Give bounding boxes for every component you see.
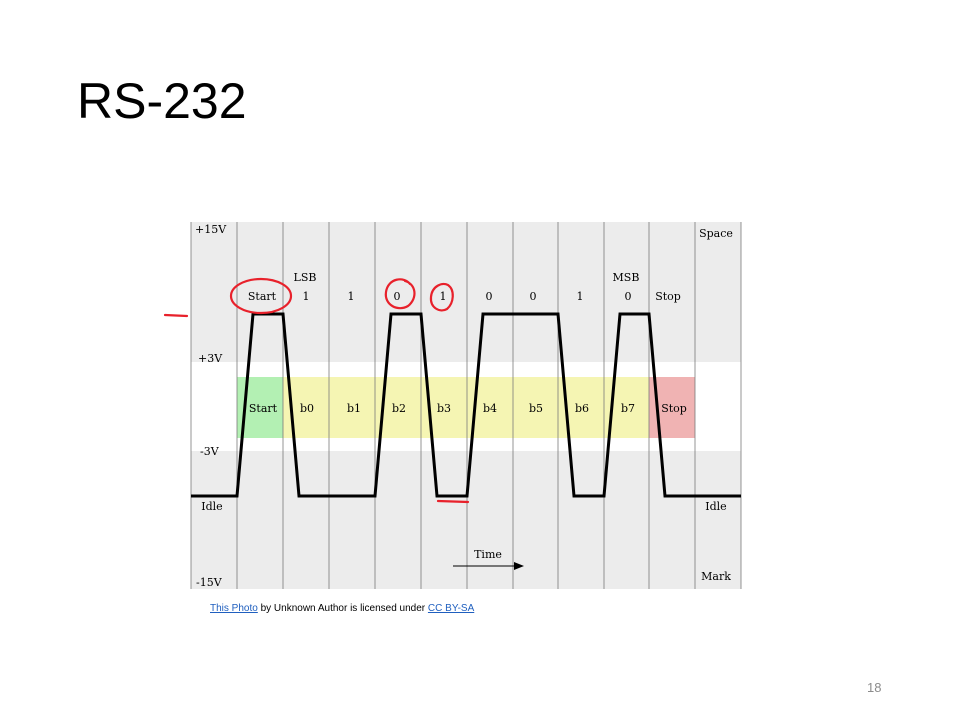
mark-label: Mark bbox=[701, 570, 731, 583]
bit-value: 0 bbox=[530, 290, 537, 303]
lower-band bbox=[191, 451, 741, 589]
bit-value: Stop bbox=[655, 290, 681, 303]
band-label: Stop bbox=[661, 402, 687, 415]
voltage-label-minus15: -15V bbox=[196, 576, 223, 589]
bit-value: Start bbox=[248, 290, 277, 303]
low-level-mark-annotation bbox=[436, 499, 470, 504]
time-label: Time bbox=[474, 548, 502, 561]
slide-number: 18 bbox=[867, 680, 882, 695]
bit-value: 0 bbox=[625, 290, 632, 303]
idle-label-right: Idle bbox=[705, 500, 726, 513]
band-label: b7 bbox=[621, 402, 635, 415]
band-label: b1 bbox=[347, 402, 361, 415]
attribution-text: by Unknown Author is licensed under bbox=[257, 603, 428, 614]
idle-label-left: Idle bbox=[201, 500, 222, 513]
voltage-label-plus3: +3V bbox=[198, 352, 223, 365]
band-label: Start bbox=[249, 402, 278, 415]
license-link[interactable]: CC BY-SA bbox=[428, 603, 474, 614]
bit-value: 1 bbox=[348, 290, 355, 303]
band-label: b6 bbox=[575, 402, 589, 415]
voltage-label-plus15: +15V bbox=[195, 223, 227, 236]
photo-link[interactable]: This Photo bbox=[210, 603, 258, 614]
band-label: b5 bbox=[529, 402, 543, 415]
band-label: b4 bbox=[483, 402, 497, 415]
bit-value: 1 bbox=[440, 290, 447, 303]
lsb-label: LSB bbox=[294, 271, 317, 284]
band-label: b2 bbox=[392, 402, 406, 415]
rs232-timing-diagram: +15V +3V -3V -15V Space Mark Idle Idle L… bbox=[163, 222, 742, 589]
data-band bbox=[283, 377, 649, 438]
bit-value: 0 bbox=[394, 290, 401, 303]
voltage-label-minus3: -3V bbox=[200, 445, 220, 458]
attribution: This Photo by Unknown Author is licensed… bbox=[210, 603, 474, 614]
bit-value: 1 bbox=[303, 290, 310, 303]
bit-value: 0 bbox=[486, 290, 493, 303]
bit-value: 1 bbox=[577, 290, 584, 303]
band-label: b3 bbox=[437, 402, 451, 415]
msb-label: MSB bbox=[613, 271, 640, 284]
space-label: Space bbox=[699, 227, 733, 240]
high-level-mark-annotation bbox=[163, 313, 189, 318]
band-label: b0 bbox=[300, 402, 314, 415]
